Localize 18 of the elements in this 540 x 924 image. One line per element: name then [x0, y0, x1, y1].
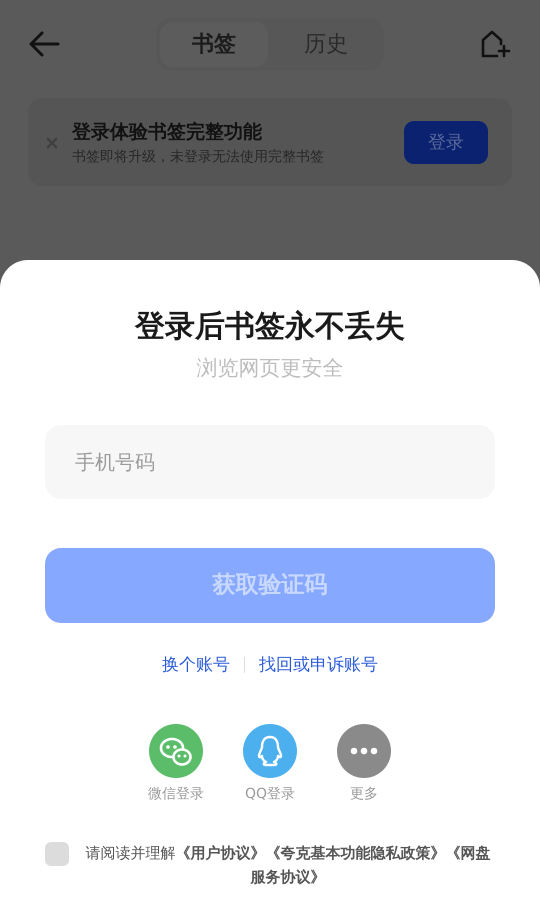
wechat-icon[interactable] — [149, 724, 203, 778]
login-option-label: 更多 — [350, 785, 378, 804]
login-button[interactable]: 登录 — [404, 121, 488, 164]
banner-title: 登录体验书签完整功能 — [72, 120, 263, 145]
more-icon[interactable] — [337, 724, 391, 778]
sheet-title: 登录后书签永不丢失 — [135, 308, 405, 346]
phone-input-field[interactable]: 手机号码 — [45, 424, 495, 498]
penguin-icon[interactable] — [243, 724, 297, 778]
agreement-checkbox[interactable] — [45, 842, 69, 866]
add-home-icon[interactable] — [480, 30, 512, 58]
sheet-subtitle: 浏览网页更安全 — [196, 355, 344, 382]
account-link[interactable]: 找回或申诉账号 — [259, 652, 378, 678]
login-option-label: QQ登录 — [244, 785, 296, 804]
account-link[interactable]: 换个账号 — [162, 652, 230, 678]
back-icon[interactable] — [28, 30, 60, 58]
login-option-label: 微信登录 — [148, 785, 204, 804]
tab[interactable]: 书签 — [160, 22, 268, 66]
agreement-text: 请阅读并理解《用户协议》《夸克基本功能隐私政策》《网盘服务协议》 — [84, 843, 492, 888]
